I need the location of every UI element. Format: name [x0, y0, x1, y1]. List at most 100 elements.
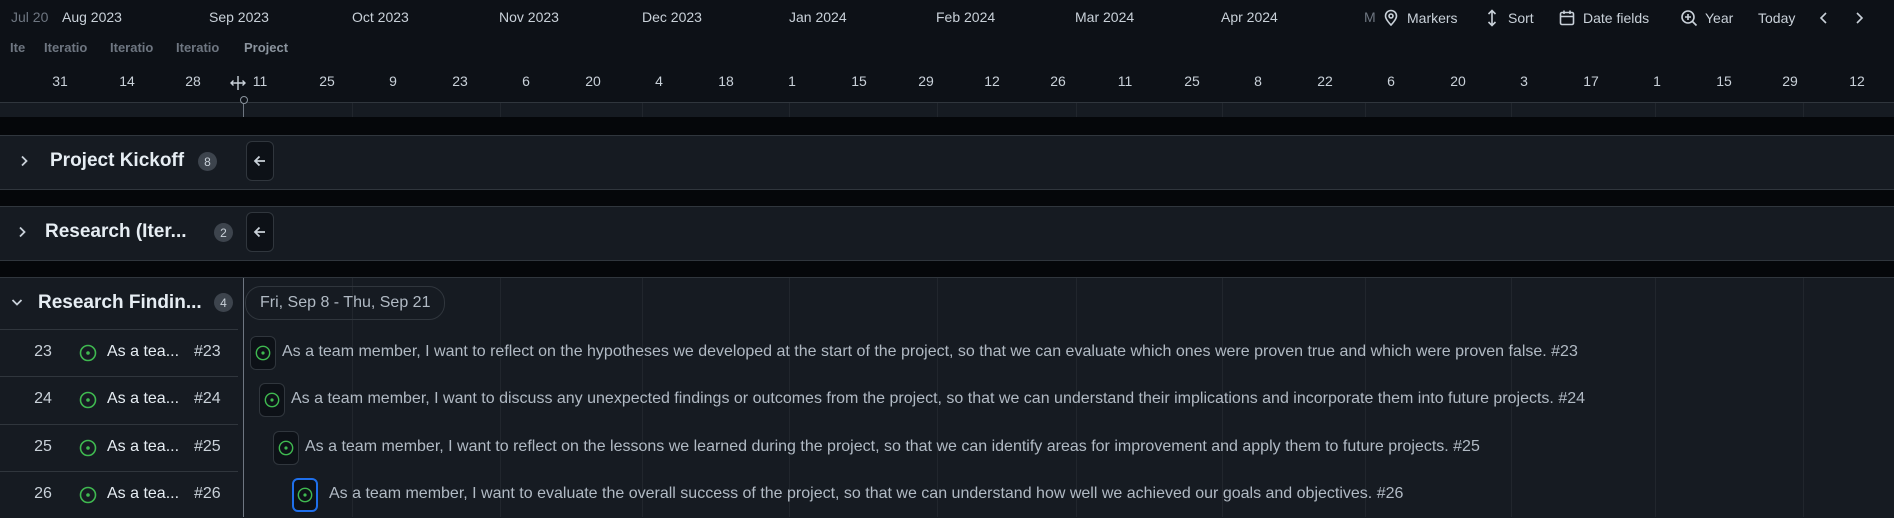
- day-label: 14: [119, 73, 135, 89]
- month-label: Jul 20: [11, 9, 49, 25]
- chevron-right-icon[interactable]: [15, 225, 29, 239]
- group-title: Project Kickoff: [50, 150, 185, 171]
- open-issue-icon: [255, 345, 271, 361]
- row-id: #24: [194, 390, 221, 407]
- timeline-item-bar[interactable]: [250, 336, 276, 370]
- month-label: Mar 2024: [1075, 9, 1135, 25]
- chevron-right-icon: [1856, 12, 1864, 24]
- open-issue-icon: [278, 440, 294, 456]
- next-button[interactable]: [1850, 7, 1868, 29]
- chevron-down-icon[interactable]: [10, 295, 24, 309]
- row-divider: [0, 471, 238, 472]
- today-button[interactable]: Today: [1758, 7, 1795, 29]
- day-label: 6: [1387, 73, 1395, 89]
- row-id: #23: [194, 343, 221, 360]
- date-fields-button[interactable]: Date fields: [1558, 7, 1649, 29]
- day-label: 12: [984, 73, 1000, 89]
- prev-button[interactable]: [1815, 7, 1833, 29]
- group-title: Research (Iter...: [45, 221, 187, 242]
- sort-button[interactable]: Sort: [1483, 7, 1534, 29]
- count-badge: 8: [198, 152, 217, 171]
- row-title[interactable]: As a tea...: [107, 390, 179, 408]
- group-separator: [0, 261, 1894, 277]
- group-title: Research Findin...: [38, 292, 202, 313]
- count-badge: 2: [214, 223, 233, 242]
- iteration-label[interactable]: Project: [244, 40, 299, 55]
- resize-handle-icon[interactable]: [229, 74, 247, 92]
- day-label: 1: [1653, 73, 1661, 89]
- scroll-to-item-button[interactable]: [246, 141, 274, 181]
- row-title[interactable]: As a tea...: [107, 343, 179, 361]
- group-header[interactable]: [0, 206, 1894, 261]
- day-label: 29: [918, 73, 934, 89]
- grid-line: [1655, 278, 1656, 517]
- arrow-left-icon: [253, 226, 265, 238]
- today-label: Today: [1758, 10, 1796, 26]
- day-label: 18: [718, 73, 734, 89]
- month-label: M: [1364, 9, 1376, 25]
- day-label: 8: [1254, 73, 1262, 89]
- day-label: 20: [585, 73, 601, 89]
- zoom-in-icon: [1681, 10, 1698, 27]
- iteration-label[interactable]: Iteratio: [110, 40, 162, 55]
- iteration-label[interactable]: Ite: [10, 40, 30, 55]
- day-label: 3: [1520, 73, 1528, 89]
- markers-button[interactable]: Markers: [1382, 7, 1458, 29]
- open-issue-icon: [79, 439, 97, 457]
- day-label: 31: [52, 73, 68, 89]
- scroll-to-item-button[interactable]: [246, 212, 274, 252]
- day-label: 12: [1849, 73, 1865, 89]
- month-label: Jan 2024: [789, 9, 847, 25]
- row-divider: [0, 376, 238, 377]
- group-header[interactable]: [0, 135, 1894, 190]
- day-label: 4: [655, 73, 663, 89]
- day-label: 1: [788, 73, 796, 89]
- row-id: #25: [194, 438, 221, 455]
- timeline-item-label: As a team member, I want to reflect on t…: [282, 343, 1578, 360]
- today-line: [243, 278, 244, 517]
- zoom-button[interactable]: Year: [1680, 7, 1733, 29]
- day-label: 15: [1716, 73, 1732, 89]
- timeline-item-bar-selected[interactable]: [292, 478, 318, 512]
- timeline-item-bar[interactable]: [273, 431, 299, 465]
- open-issue-icon: [264, 392, 280, 408]
- day-label: 17: [1583, 73, 1599, 89]
- month-label: Dec 2023: [642, 9, 702, 25]
- day-label: 29: [1782, 73, 1798, 89]
- day-label: 22: [1317, 73, 1333, 89]
- month-label: Nov 2023: [499, 9, 559, 25]
- row-number: 24: [34, 390, 52, 407]
- ruler-band: [0, 103, 1894, 117]
- day-label: 23: [452, 73, 468, 89]
- calendar-icon: [1559, 10, 1575, 26]
- grid-line: [1803, 278, 1804, 517]
- row-title[interactable]: As a tea...: [107, 485, 179, 503]
- date-fields-label: Date fields: [1583, 10, 1650, 26]
- day-label: 25: [319, 73, 335, 89]
- timeline-item-label: As a team member, I want to discuss any …: [291, 390, 1586, 407]
- day-label: 11: [1117, 73, 1133, 89]
- timeline-item-bar[interactable]: [259, 383, 285, 417]
- iteration-label[interactable]: Iteratio: [176, 40, 228, 55]
- month-label: Feb 2024: [936, 9, 996, 25]
- open-issue-icon: [79, 486, 97, 504]
- day-label: 6: [522, 73, 530, 89]
- day-label: 26: [1050, 73, 1066, 89]
- iteration-label[interactable]: Iteratio: [44, 40, 96, 55]
- timeline-header: Jul 20 Aug 2023 Sep 2023 Oct 2023 Nov 20…: [0, 0, 1894, 110]
- timeline-item-label: As a team member, I want to evaluate the…: [329, 485, 1404, 502]
- arrow-left-icon: [253, 155, 265, 167]
- sort-arrows-icon: [1487, 9, 1497, 27]
- row-number: 23: [34, 343, 52, 360]
- row-title[interactable]: As a tea...: [107, 438, 179, 456]
- open-issue-icon: [297, 487, 313, 503]
- today-marker[interactable]: [240, 96, 248, 104]
- day-label: 20: [1450, 73, 1466, 89]
- zoom-label: Year: [1705, 10, 1734, 26]
- markers-label: Markers: [1407, 10, 1458, 26]
- group-separator: [0, 190, 1894, 206]
- group-separator: [0, 117, 1894, 135]
- day-label: 25: [1184, 73, 1200, 89]
- chevron-right-icon[interactable]: [17, 154, 31, 168]
- day-label: 9: [389, 73, 397, 89]
